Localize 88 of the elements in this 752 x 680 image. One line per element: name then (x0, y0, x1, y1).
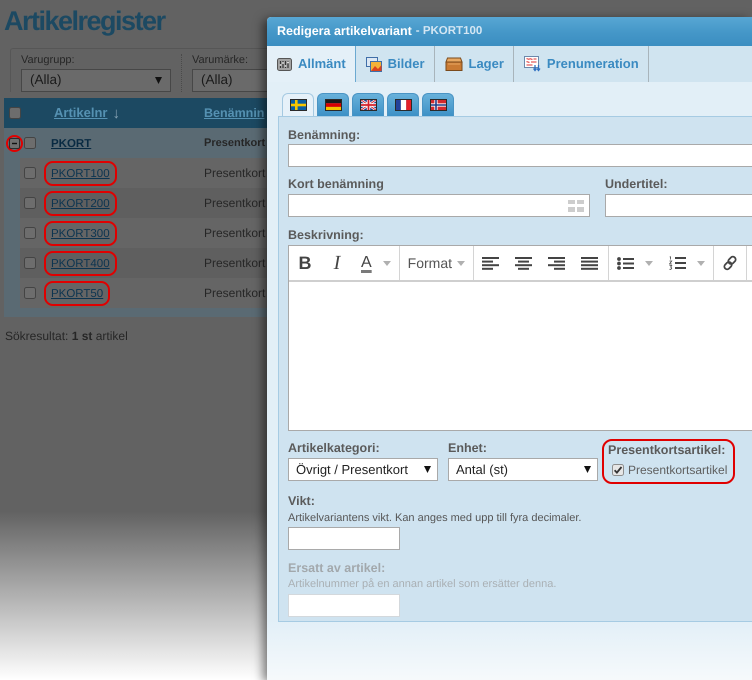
filter-label: Varumärke: (192, 54, 250, 67)
article-link[interactable]: PKORT50 (51, 288, 104, 300)
subtitle-input[interactable] (605, 194, 752, 217)
article-link[interactable]: PKORT400 (51, 258, 110, 270)
article-name: Presentkort (204, 165, 266, 182)
field-label: Artikelkategori: (288, 441, 381, 455)
british-flag-icon (360, 99, 376, 111)
tab[interactable]: Prenumeration (514, 46, 649, 82)
box-icon (444, 57, 463, 71)
language-tab[interactable] (352, 93, 384, 116)
align-left-icon (482, 256, 500, 270)
column-header-link[interactable]: Benämnin (204, 104, 264, 122)
select-all-checkbox[interactable] (9, 107, 21, 119)
field-label: Beskrivning: (288, 228, 365, 242)
category-select[interactable]: Övrigt / Presentkort (288, 458, 438, 481)
caret-icon (424, 466, 431, 473)
caret-icon (382, 260, 391, 266)
row-checkbox[interactable] (24, 227, 36, 239)
filter-select[interactable]: (Alla) (192, 69, 267, 92)
search-result-summary: Sökresultat: 1 st artikel (5, 329, 129, 343)
bold-button[interactable]: B (289, 248, 321, 278)
sort-arrow: ↓ (112, 106, 120, 120)
sliders-icon (277, 58, 292, 70)
filter-label: Varugrupp: (21, 54, 76, 67)
row-checkbox[interactable] (24, 197, 36, 209)
filter-select[interactable]: (Alla) (21, 69, 171, 92)
row-checkbox[interactable] (24, 287, 36, 299)
collapse-toggle[interactable] (9, 138, 20, 148)
field-label: Vikt: (288, 494, 316, 508)
numbered-list-icon (669, 256, 686, 270)
article-name: Presentkort (204, 255, 266, 272)
field-label: Benämning: (288, 128, 362, 142)
format-dropdown[interactable]: Format (400, 248, 474, 278)
article-name: Presentkort (204, 225, 266, 242)
row-checkbox[interactable] (24, 167, 36, 179)
row-checkbox[interactable] (24, 257, 36, 269)
article-link[interactable]: PKORT100 (51, 168, 110, 180)
tab[interactable]: Allmänt (267, 46, 356, 82)
article-link[interactable]: PKORT (51, 138, 92, 150)
justify-icon (581, 256, 598, 270)
dialog-subtitle: - PKORT100 (416, 24, 482, 39)
field-label: Ersatt av artikel: (288, 561, 386, 575)
field-hint: Artikelvariantens vikt. Kan anges med upp till fyra decimaler. (288, 512, 582, 525)
field-label: Undertitel: (605, 177, 668, 191)
language-tab[interactable] (317, 93, 349, 116)
field-label: Kort benämning (288, 177, 385, 191)
checkbox[interactable] (612, 464, 624, 476)
caret-icon (584, 466, 591, 473)
caret-icon (155, 77, 162, 84)
link-icon (722, 255, 738, 271)
article-name: Presentkort (204, 195, 266, 212)
checkbox-label: Presentkortsartikel (628, 462, 728, 479)
page-title: Artikelregister (3, 5, 166, 38)
newsletter-icon (524, 56, 541, 72)
tab[interactable]: Lager (434, 46, 514, 82)
language-tab[interactable] (387, 93, 419, 116)
article-name: Presentkort (204, 136, 266, 151)
article-link[interactable]: PKORT300 (51, 228, 110, 240)
align-right-icon (548, 256, 566, 270)
caret-icon (645, 260, 654, 266)
weight-input[interactable] (288, 527, 400, 550)
language-tab[interactable] (282, 93, 314, 116)
caret-icon (697, 260, 706, 266)
caret-icon (457, 260, 466, 266)
french-flag-icon (394, 99, 412, 111)
name-input[interactable] (288, 144, 752, 167)
text-editor[interactable]: B I A Format (288, 245, 752, 431)
dialog-title: Redigera artikelvariant (277, 23, 412, 40)
article-link[interactable]: PKORT200 (51, 198, 110, 210)
tab[interactable]: Bilder (356, 46, 435, 82)
text-color-button[interactable]: A (353, 248, 399, 278)
align-center-icon (515, 256, 532, 270)
bulleted-list-icon (617, 256, 634, 270)
article-name: Presentkort (204, 285, 266, 302)
column-header-link[interactable]: Artikelnr (54, 103, 108, 123)
german-flag-icon (324, 99, 342, 111)
norwegian-flag-icon (430, 99, 446, 111)
field-hint: Artikelnummer på en annan artikel som ersätter denna. (288, 578, 558, 591)
short-name-input[interactable] (288, 194, 590, 217)
field-label: Presentkortsartikel: (608, 443, 726, 457)
italic-button[interactable]: I (321, 248, 353, 278)
language-tab[interactable] (422, 93, 454, 116)
field-label: Enhet: (448, 441, 488, 455)
row-checkbox[interactable] (24, 137, 36, 149)
grid-icon (568, 200, 584, 212)
swedish-flag-icon (290, 99, 306, 111)
pictures-icon (366, 56, 382, 72)
unit-select[interactable]: Antal (st) (448, 458, 598, 481)
